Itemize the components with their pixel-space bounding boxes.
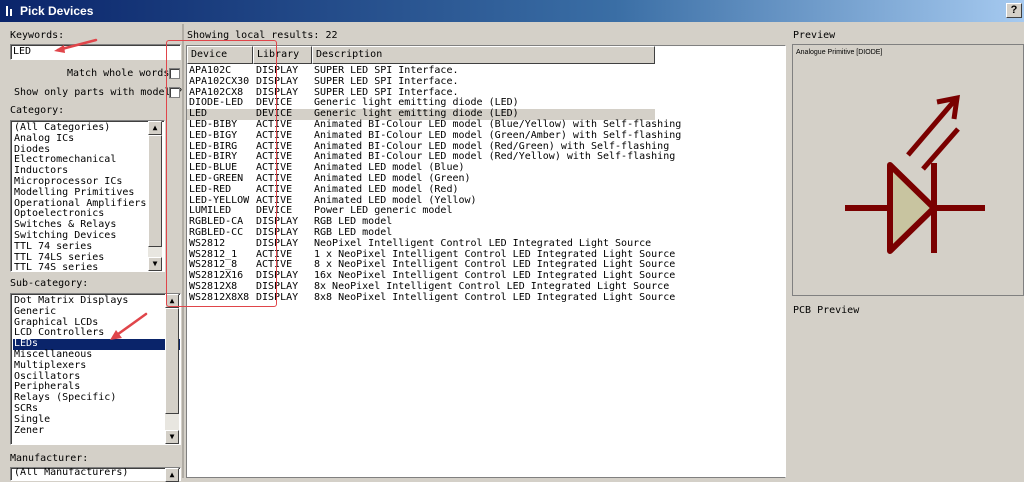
preview-label: Preview — [793, 30, 836, 41]
list-item[interactable]: TTL 74 series — [13, 241, 164, 253]
subcategory-label: Sub-category: — [10, 278, 89, 289]
scroll-thumb[interactable] — [165, 308, 179, 414]
match-whole-words-label: Match whole words? — [67, 68, 176, 79]
app-icon — [6, 6, 12, 16]
category-label: Category: — [10, 105, 65, 116]
scroll-up-icon[interactable]: ▲ — [148, 121, 162, 135]
list-item[interactable]: Relays (Specific) — [13, 392, 180, 404]
window-title: Pick Devices — [20, 4, 94, 18]
scroll-down-icon[interactable]: ▼ — [165, 430, 179, 444]
manufacturer-scrollbar[interactable]: ▲ — [165, 468, 179, 482]
list-item[interactable]: (All Manufacturers) — [13, 468, 180, 479]
list-item[interactable]: Analog ICs — [13, 133, 164, 145]
description-cell: Animated LED model (Red) — [314, 183, 459, 195]
list-item[interactable]: TTL 74S series — [13, 263, 164, 271]
column-header-description[interactable]: Description — [312, 46, 655, 64]
preview-caption: Analogue Primitive [DIODE] — [796, 49, 883, 56]
help-button[interactable]: ? — [1006, 3, 1022, 18]
manufacturer-list[interactable]: (All Manufacturers) — [10, 467, 181, 481]
description-cell: NeoPixel Intelligent Control LED Integra… — [314, 237, 652, 249]
title-bar: Pick Devices ? — [0, 0, 1024, 22]
list-item[interactable]: Generic — [13, 306, 180, 318]
subcategory-scrollbar[interactable]: ▲ ▼ — [165, 294, 179, 444]
list-item[interactable]: LCD Controllers — [13, 328, 180, 339]
annotation-box — [166, 40, 277, 307]
annotation-arrow-icon — [110, 312, 148, 340]
pcb-preview-label: PCB Preview — [793, 305, 860, 316]
only-models-label: Show only parts with models? — [14, 87, 183, 98]
list-item[interactable]: Zener — [13, 425, 180, 437]
description-cell: 8x8 NeoPixel Intelligent Control LED Int… — [314, 291, 676, 303]
manufacturer-label: Manufacturer: — [10, 453, 89, 464]
description-cell: SUPER LED SPI Interface. — [314, 75, 459, 87]
category-list[interactable]: (All Categories) Analog ICs Diodes Electrom… — [10, 120, 165, 272]
list-item[interactable]: Multiplexers — [13, 360, 180, 372]
scroll-down-icon[interactable]: ▼ — [148, 257, 162, 271]
scroll-up-icon[interactable]: ▲ — [165, 468, 179, 482]
scroll-thumb[interactable] — [148, 135, 162, 247]
category-scrollbar[interactable]: ▲ ▼ — [148, 121, 162, 271]
description-cell: Animated BI-Colour LED model (Green/Ambe… — [314, 129, 682, 141]
list-item[interactable]: Modelling Primitives — [13, 187, 164, 199]
list-item[interactable]: Single — [13, 414, 180, 426]
preview-pane: Analogue Primitive [DIODE] — [792, 44, 1024, 296]
annotation-arrow-icon — [54, 38, 98, 53]
subcategory-list[interactable]: Dot Matrix Displays Generic Graphical LCDs… — [10, 293, 181, 445]
led-symbol-icon — [845, 94, 985, 254]
